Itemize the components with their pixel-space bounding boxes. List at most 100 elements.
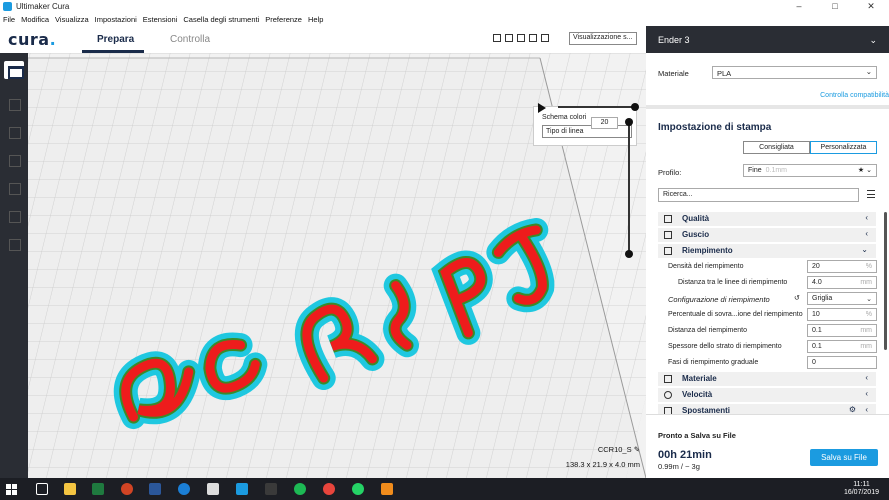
- chevron-left-icon: ‹: [865, 405, 868, 414]
- cura-taskbar-icon[interactable]: [236, 483, 248, 495]
- check-compatibility-link[interactable]: Controlla compatibilità: [820, 92, 889, 99]
- infill-pattern-select[interactable]: Griglia ⌄: [807, 292, 877, 305]
- chevron-left-icon: ‹: [865, 389, 868, 398]
- infill-overlap-input[interactable]: 10%: [807, 308, 877, 321]
- chevron-down-icon: ⌄: [865, 67, 872, 76]
- setting-infill-density: Densità del riempimento 20%: [668, 260, 877, 274]
- custom-mode-button[interactable]: Personalizzata: [810, 141, 877, 154]
- menu-extensions[interactable]: Estensioni: [143, 15, 178, 24]
- stage-header: cura. Prepara Controlla Visualizzazione …: [0, 26, 646, 53]
- minimize-button[interactable]: –: [781, 0, 817, 13]
- support-blocker-icon[interactable]: [4, 235, 24, 253]
- menu-edit[interactable]: Modifica: [21, 15, 49, 24]
- layer-slider-top-handle[interactable]: [625, 118, 633, 126]
- quality-icon: [664, 215, 672, 223]
- infill-layer-thickness-input[interactable]: 0.1 mm: [807, 340, 877, 353]
- path-slider-handle[interactable]: [631, 103, 639, 111]
- menu-toolbox[interactable]: Casella degli strumenti: [183, 15, 259, 24]
- category-material[interactable]: Materiale ‹: [658, 372, 876, 386]
- build-plate-viewport[interactable]: Schema colori Tipo di linea 20 CCR10_S ✎…: [0, 53, 646, 478]
- layer-slider-bottom-handle[interactable]: [625, 250, 633, 258]
- view-front-icon[interactable]: [505, 34, 513, 42]
- view-right-icon[interactable]: [541, 34, 549, 42]
- close-button[interactable]: ✕: [853, 0, 889, 13]
- settings-scrollbar[interactable]: [884, 212, 887, 350]
- view-3d-icon[interactable]: [493, 34, 501, 42]
- menu-help[interactable]: Help: [308, 15, 323, 24]
- mirror-tool-icon[interactable]: [4, 179, 24, 197]
- reset-icon[interactable]: ↺: [794, 294, 800, 302]
- whatsapp-icon[interactable]: [352, 483, 364, 495]
- setting-infill-layer-thickness: Spessore dello strato di riempimento 0.1 m…: [668, 340, 877, 354]
- profile-label: Profilo:: [658, 168, 682, 177]
- word-icon[interactable]: [149, 483, 161, 495]
- excel-icon[interactable]: [92, 483, 104, 495]
- setting-infill-overlap: Percentuale di sovra...ione del riempime…: [668, 308, 877, 322]
- category-speed[interactable]: Velocità ‹: [658, 388, 876, 402]
- ready-status: Pronto a Salva su File: [658, 431, 736, 440]
- chevron-down-icon: ⌄: [861, 245, 868, 254]
- settings-panel: Ender 3 ⌄ Materiale PLA ⌄ Controlla compa…: [646, 26, 889, 478]
- settings-visibility-menu-icon[interactable]: [867, 190, 875, 198]
- scale-tool-icon[interactable]: [4, 123, 24, 141]
- cura-app-icon: [3, 2, 12, 11]
- tab-prepare[interactable]: Prepara: [97, 34, 134, 45]
- open-file-icon[interactable]: [4, 61, 24, 79]
- save-to-file-button[interactable]: Salva su File: [810, 449, 878, 466]
- calculator-icon[interactable]: [265, 483, 277, 495]
- model-info: CCR10_S ✎ 138.3 x 21.9 x 4.0 mm: [556, 445, 640, 469]
- layer-slider[interactable]: [628, 123, 630, 255]
- layer-number-input[interactable]: 20: [591, 117, 618, 129]
- chevron-down-icon: ⌄: [869, 35, 877, 45]
- task-view-icon[interactable]: [36, 483, 48, 495]
- per-model-settings-icon[interactable]: [4, 207, 24, 225]
- maximize-button[interactable]: □: [817, 0, 853, 13]
- setting-infill-wipe-distance: Distanza del riempimento 0.1 mm: [668, 324, 877, 338]
- category-quality[interactable]: Qualità ‹: [658, 212, 876, 226]
- infill-density-input[interactable]: 20%: [807, 260, 877, 273]
- infill-line-distance-input[interactable]: 4.0 mm: [807, 276, 877, 289]
- save-panel: Pronto a Salva su File 00h 21min 0.99m /…: [646, 414, 889, 478]
- color-scheme-label: Schema colori: [542, 114, 587, 121]
- fusion-icon[interactable]: [381, 483, 393, 495]
- powerpoint-icon[interactable]: [121, 483, 133, 495]
- color-scheme-panel: Schema colori Tipo di linea: [533, 106, 637, 146]
- edge-icon[interactable]: [178, 483, 190, 495]
- play-simulation-button[interactable]: [538, 103, 546, 113]
- divider: [646, 105, 889, 109]
- menu-view[interactable]: Visualizza: [55, 15, 89, 24]
- infill-wipe-distance-input[interactable]: 0.1 mm: [807, 324, 877, 337]
- file-explorer-icon[interactable]: [64, 483, 76, 495]
- view-top-icon[interactable]: [517, 34, 525, 42]
- settings-search-input[interactable]: Ricerca...: [658, 188, 859, 202]
- windows-start-icon[interactable]: [6, 484, 17, 495]
- printer-selector[interactable]: Ender 3 ⌄: [646, 26, 889, 53]
- star-chevron-icon: ★ ⌄: [857, 167, 872, 174]
- menu-file[interactable]: File: [3, 15, 15, 24]
- model-name: CCR10_S: [597, 445, 632, 454]
- tab-monitor[interactable]: Controlla: [170, 34, 210, 45]
- camera-view-icons: [493, 34, 549, 42]
- mail-icon[interactable]: [207, 483, 219, 495]
- material-select[interactable]: PLA ⌄: [712, 66, 877, 79]
- material-usage: 0.99m / ~ 3g: [658, 462, 700, 471]
- recommended-mode-button[interactable]: Consigliata: [743, 141, 810, 154]
- view-type-select[interactable]: Visualizzazione s...: [569, 32, 637, 45]
- menu-settings[interactable]: Impostazioni: [95, 15, 137, 24]
- path-slider[interactable]: [558, 106, 632, 108]
- color-scheme-select[interactable]: Tipo di linea: [542, 125, 632, 138]
- rotate-tool-icon[interactable]: [4, 151, 24, 169]
- gradual-infill-steps-input[interactable]: 0: [807, 356, 877, 369]
- edit-name-icon[interactable]: ✎: [634, 445, 640, 454]
- chevron-left-icon: ‹: [865, 373, 868, 382]
- spotify-icon[interactable]: [294, 483, 306, 495]
- menu-preferences[interactable]: Preferenze: [265, 15, 302, 24]
- chrome-icon[interactable]: [323, 483, 335, 495]
- category-shell[interactable]: Guscio ‹: [658, 228, 876, 242]
- view-left-icon[interactable]: [529, 34, 537, 42]
- print-setup-title: Impostazione di stampa: [658, 122, 772, 133]
- category-infill[interactable]: Riempimento ⌄: [658, 244, 876, 258]
- system-clock[interactable]: 11:11 16/07/2019: [844, 481, 879, 497]
- profile-select[interactable]: Fine 0.1mm ★ ⌄: [743, 164, 877, 177]
- move-tool-icon[interactable]: [4, 95, 24, 113]
